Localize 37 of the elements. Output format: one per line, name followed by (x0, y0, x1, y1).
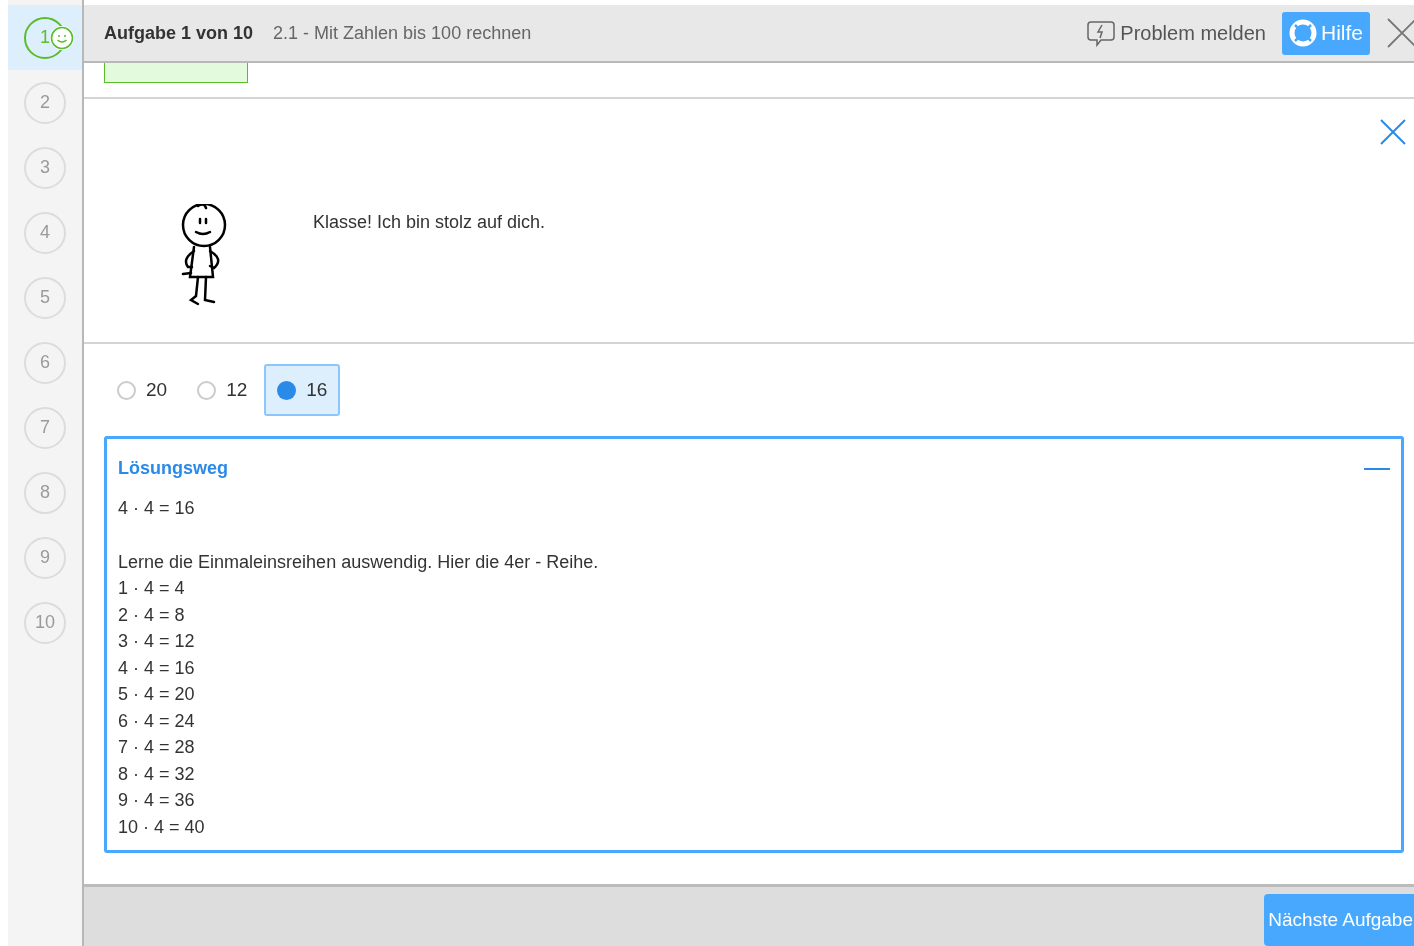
answer-option[interactable]: 20 (104, 364, 181, 416)
solution-result: 4 · 4 = 16 (118, 497, 196, 520)
feedback-message: Klasse! Ich bin stolz auf dich. (313, 211, 546, 233)
help-button[interactable]: Hilfe (1282, 11, 1370, 55)
times-table-line: 5 · 4 = 20 (118, 683, 196, 706)
next-task-button[interactable]: Nächste Aufgabe (1264, 894, 1414, 946)
topic-title: 2.1 - Mit Zahlen bis 100 rechnen (273, 21, 532, 45)
times-table-line: 6 · 4 = 24 (118, 709, 196, 733)
task-counter: Aufgabe 1 von 10 (104, 21, 254, 45)
times-table-line: 4 · 4 = 16 (118, 656, 196, 680)
smiley-icon (50, 26, 74, 50)
times-table-line: 3 · 4 = 12 (118, 630, 196, 653)
times-table-line: 7 · 4 = 28 (118, 736, 196, 759)
lifebuoy-icon (1289, 19, 1317, 47)
task-step[interactable]: 8 (8, 460, 82, 525)
speech-bubble-lightning-icon (1086, 18, 1117, 48)
task-step[interactable]: 4 (8, 200, 82, 265)
task-step[interactable]: 10 (8, 590, 82, 655)
times-table-line: 1 · 4 = 4 (118, 577, 186, 600)
times-table-line: 2 · 4 = 8 (118, 603, 186, 627)
close-icon[interactable] (1380, 119, 1406, 145)
task-step[interactable]: 2 (8, 70, 82, 135)
answer-option[interactable]: 16 (264, 364, 341, 416)
solution-hint: Lerne die Einmaleinsreihen auswendig. Hier die 4er - Reihe. (118, 550, 600, 574)
task-step[interactable]: 3 (8, 135, 82, 200)
task-step[interactable]: 7 (8, 395, 82, 460)
report-problem-button[interactable]: Problem melden (1086, 18, 1266, 48)
task-step[interactable]: 1 (8, 5, 82, 70)
close-icon[interactable] (1386, 17, 1414, 49)
task-step[interactable]: 6 (8, 330, 82, 395)
solution-title: Lösungsweg (118, 457, 228, 480)
times-table-line: 9 · 4 = 36 (118, 789, 196, 812)
times-table-line: 10 · 4 = 40 (118, 815, 206, 839)
task-step[interactable]: 9 (8, 525, 82, 590)
task-step[interactable]: 5 (8, 265, 82, 330)
answer-option[interactable]: 12 (184, 364, 261, 416)
times-table-line: 8 · 4 = 32 (118, 762, 196, 786)
